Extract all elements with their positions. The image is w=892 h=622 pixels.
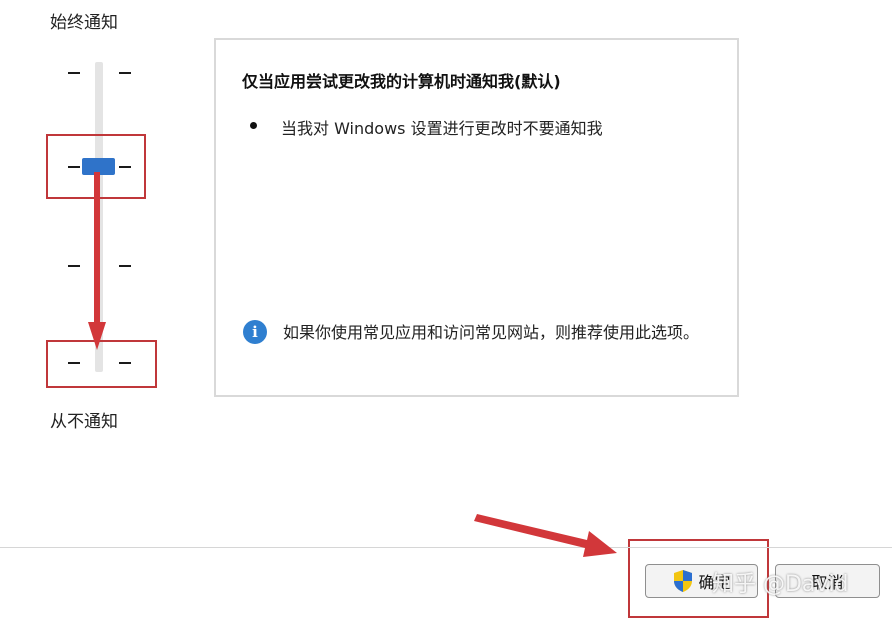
annotation-arrows xyxy=(88,172,617,557)
arrow-to-ok-button xyxy=(474,514,617,557)
arrow-down xyxy=(88,172,106,350)
